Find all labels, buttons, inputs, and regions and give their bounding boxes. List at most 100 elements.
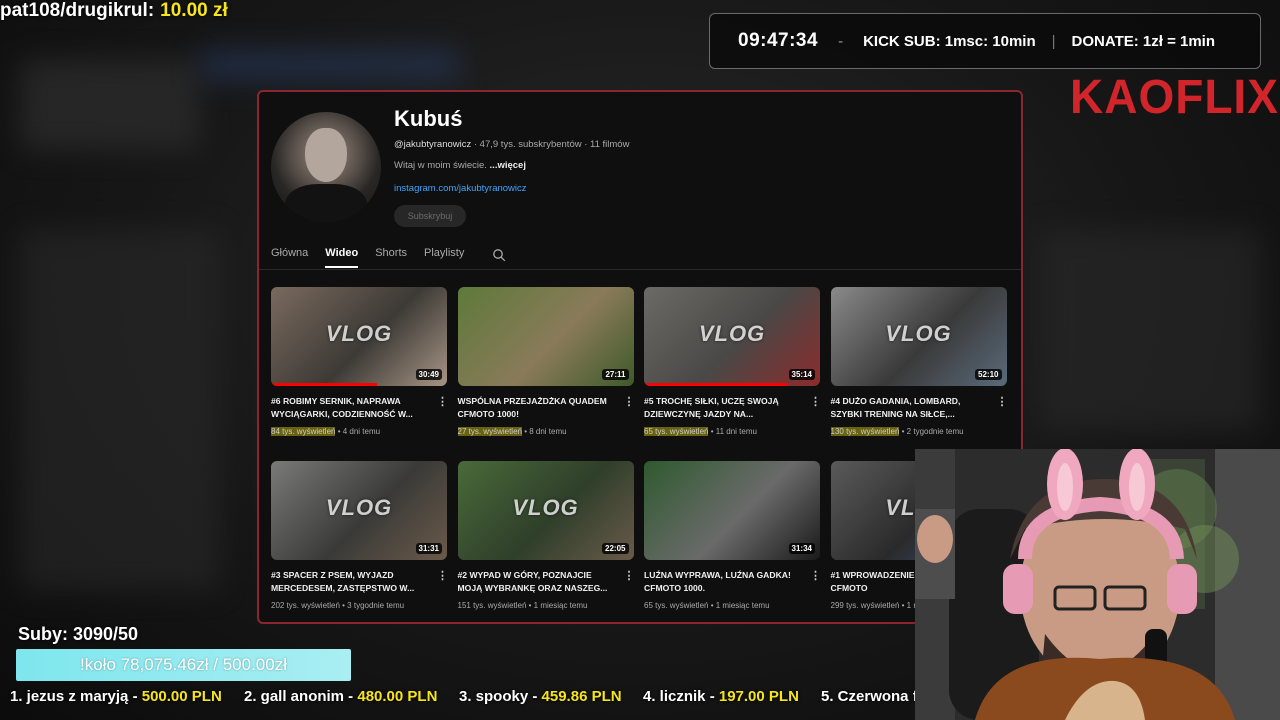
separator: | [1051, 32, 1056, 50]
vlog-overlay-text: VLOG [325, 495, 393, 520]
video-age: 3 tygodnie temu [347, 601, 405, 610]
video-stats: 202 tys. wyświetleń • 3 tygodnie temu [271, 601, 404, 610]
video-age: 4 dni temu [342, 427, 381, 436]
vlog-overlay-text: VLOG [325, 321, 393, 346]
stream-info-bar: 09:47:34 - KICK SUB: 1msc: 10min | DONAT… [709, 13, 1261, 69]
background-blur [200, 50, 460, 80]
tab-divider [259, 269, 1021, 270]
avatar-head [305, 128, 347, 182]
donate-info: DONATE: 1zł = 1min [1071, 32, 1216, 50]
subscribe-button[interactable]: Subskrybuj [394, 205, 466, 227]
channel-handle: @jakubtyranowicz [394, 139, 472, 150]
search-icon[interactable] [492, 248, 506, 262]
more-options-icon[interactable]: ⋮ [437, 569, 448, 582]
brand-logo: KAOFLIX [1070, 69, 1279, 124]
top-donor-item: 2. gall anonim - 480.00 PLN [244, 688, 437, 705]
video-thumbnail[interactable]: VLOG 30:49 [271, 287, 447, 386]
wheel-goal-bar: !koło 78,075.46zł / 500.00zł [16, 649, 351, 681]
instagram-link[interactable]: instagram.com/jakubtyranowicz [394, 183, 527, 194]
channel-description: Witaj w moim świecie. ...więcej [394, 160, 526, 171]
channel-avatar[interactable] [271, 112, 381, 222]
video-stats: 130 tys. wyświetleń • 2 tygodnie temu [830, 427, 964, 436]
video-thumbnail[interactable]: VLOG 35:14 [644, 287, 820, 386]
video-thumbnail[interactable]: 27:11 [457, 287, 634, 386]
more-options-icon[interactable]: ⋮ [810, 395, 821, 408]
video-duration: 27:11 [602, 369, 629, 380]
tab-videos[interactable]: Wideo [325, 247, 359, 268]
video-duration: 35:14 [788, 369, 815, 380]
stats-separator: • [708, 427, 716, 436]
donor-amount: 480.00 PLN [357, 688, 438, 705]
top-donor-item: 3. spooky - 459.86 PLN [459, 688, 622, 705]
donor-name: 4. licznik - [643, 688, 719, 705]
video-thumbnail[interactable]: VLOG 31:31 [271, 461, 447, 560]
more-options-icon[interactable]: ⋮ [624, 569, 635, 582]
video-title[interactable]: #6 ROBIMY SERNIK, NAPRAWA WYCIĄGARKI, CO… [271, 395, 427, 421]
avatar-body [285, 184, 367, 222]
video-views: 151 tys. wyświetleń [457, 601, 527, 610]
youtube-channel-window: Kubuś @jakubtyranowicz · 47,9 tys. subsk… [257, 90, 1023, 624]
vlog-overlay-text: VLOG [698, 321, 766, 346]
video-stats: 84 tys. wyświetleń • 4 dni temu [271, 427, 380, 436]
stats-separator: • [526, 601, 534, 610]
video-age: 1 miesiąc temu [533, 601, 588, 610]
donor-name: 3. spooky - [459, 688, 542, 705]
donor-name: 2. gall anonim - [244, 688, 358, 705]
stats-separator: • [899, 601, 907, 610]
video-views: 65 tys. wyświetleń [644, 427, 709, 436]
top-donor-item: 4. licznik - 197.00 PLN [643, 688, 799, 705]
channel-meta: @jakubtyranowicz · 47,9 tys. subskrybent… [394, 139, 629, 150]
vlog-overlay-text: VLOG [512, 495, 579, 520]
channel-stats: · 47,9 tys. subskrybentów · 11 filmów [471, 139, 630, 150]
countdown-timer: 09:47:34 [738, 30, 819, 51]
donor-amount: 500.00 PLN [141, 688, 222, 705]
video-views: 130 tys. wyświetleń [830, 427, 900, 436]
video-stats: 151 tys. wyświetleń • 1 miesiąc temu [458, 601, 588, 610]
watch-progress-bar [644, 383, 789, 386]
video-stats: 65 tys. wyświetleń • 1 miesiąc temu [644, 601, 770, 610]
donor-amount: 197.00 PLN [718, 688, 799, 705]
stats-separator: • [899, 427, 907, 436]
more-options-icon[interactable]: ⋮ [624, 395, 635, 408]
video-duration: 31:31 [415, 543, 442, 554]
tab-home[interactable]: Główna [271, 247, 308, 268]
donor-name: 1. jezus z maryją - [10, 688, 142, 705]
video-age: 1 miesiąc temu [715, 601, 770, 610]
video-thumbnail[interactable]: VLOG 22:05 [457, 461, 634, 560]
more-options-icon[interactable]: ⋮ [437, 395, 448, 408]
video-age: 2 tygodnie temu [906, 427, 964, 436]
donation-user: pat108/drugikrul: [0, 0, 155, 21]
webcam-image [915, 449, 1280, 720]
streamer-webcam [915, 449, 1280, 720]
separator: - [838, 32, 844, 50]
kick-sub-info: KICK SUB: 1msc: 10min [863, 32, 1036, 50]
video-thumbnail[interactable]: 31:34 [644, 461, 820, 560]
background-blur [20, 230, 220, 590]
tab-playlists[interactable]: Playlisty [424, 247, 464, 268]
description-text: Witaj w moim świecie. [394, 160, 487, 171]
video-duration: 52:10 [975, 369, 1002, 380]
subs-counter: Suby: 3090/50 [18, 624, 139, 644]
watch-progress-bar [271, 383, 377, 386]
video-thumbnail[interactable]: VLOG 52:10 [830, 287, 1007, 386]
tab-shorts[interactable]: Shorts [375, 247, 407, 268]
video-views: 65 tys. wyświetleń [644, 601, 709, 610]
more-link[interactable]: ...więcej [490, 160, 526, 171]
channel-tabs: Główna Wideo Shorts Playlisty [271, 247, 481, 268]
video-title[interactable]: LUŹNA WYPRAWA, LUŹNA GADKA! CFMOTO 1000. [644, 569, 800, 595]
channel-name: Kubuś [394, 106, 463, 131]
video-duration: 31:34 [788, 543, 815, 554]
more-options-icon[interactable]: ⋮ [997, 395, 1008, 408]
vlog-overlay-text: VLOG [885, 321, 952, 346]
video-title[interactable]: #4 DUŻO GADANIA, LOMBARD, SZYBKI TRENING… [831, 395, 987, 421]
video-title[interactable]: #5 TROCHĘ SIŁKI, UCZĘ SWOJĄ DZIEWCZYNĘ J… [644, 395, 800, 421]
background-blur [20, 60, 200, 150]
video-title[interactable]: #3 SPACER Z PSEM, WYJAZD MERCEDESEM, ZAS… [271, 569, 427, 595]
video-title[interactable]: #2 WYPAD W GÓRY, POZNAJCIE MOJĄ WYBRANKĘ… [458, 569, 614, 595]
video-age: 11 dni temu [715, 427, 757, 436]
video-stats: 27 tys. wyświetleń • 8 dni temu [457, 427, 567, 436]
video-views: 202 tys. wyświetleń [271, 601, 340, 610]
donation-alert: pat108/drugikrul: 10.00 zł [0, 0, 228, 22]
more-options-icon[interactable]: ⋮ [810, 569, 821, 582]
video-title[interactable]: WSPÓLNA PRZEJAŻDŻKA QUADEM CFMOTO 1000! [458, 395, 614, 421]
